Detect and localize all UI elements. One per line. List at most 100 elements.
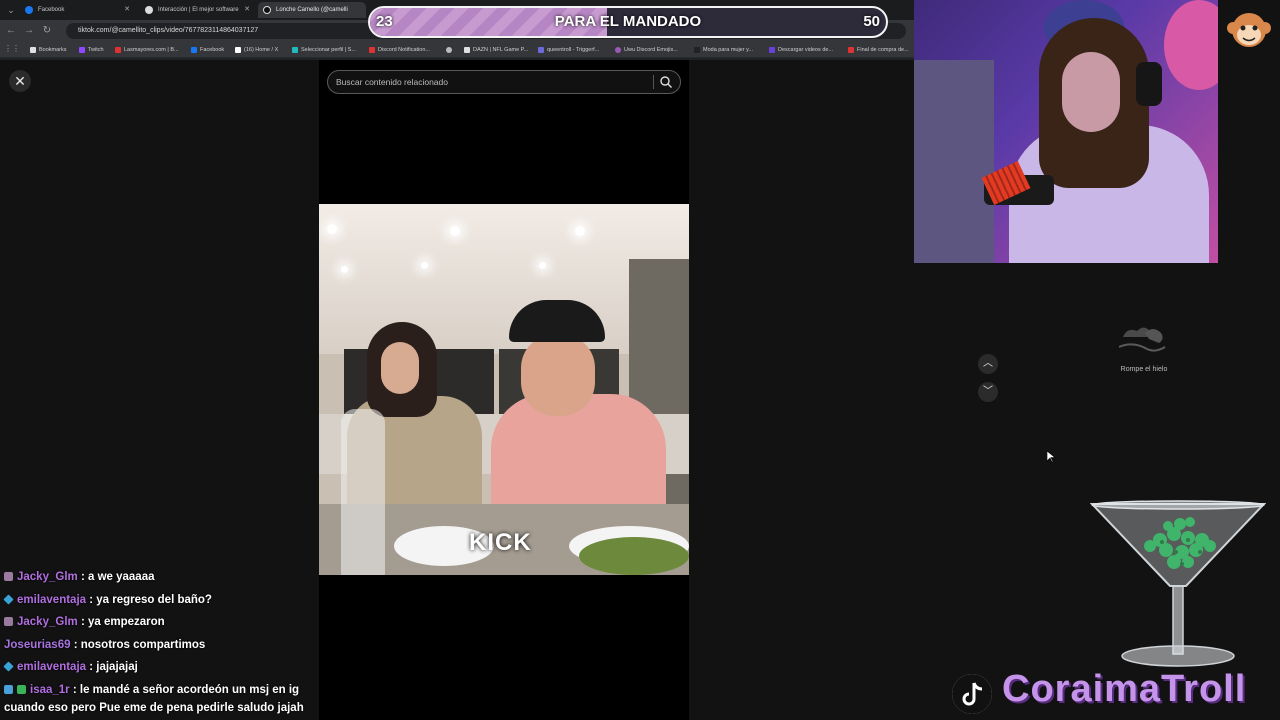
tab-tiktok[interactable]: Lonche Camello (@camelli bbox=[258, 2, 366, 18]
discord-icon bbox=[369, 47, 375, 53]
chat-message: emilaventaja : ya regreso del baño? bbox=[3, 592, 212, 608]
bookmark-item[interactable]: Facebook bbox=[191, 44, 224, 56]
search-icon[interactable] bbox=[659, 75, 673, 89]
ceiling-light bbox=[421, 262, 428, 269]
streamer-name: CoraimaTroll bbox=[1002, 668, 1247, 710]
twitch-icon bbox=[79, 47, 85, 53]
cocktail-glass-widget bbox=[1090, 500, 1266, 667]
bookmark-item[interactable]: Final de compra de... bbox=[848, 44, 909, 56]
bookmark-item[interactable] bbox=[446, 44, 455, 56]
apps-icon[interactable]: ⋮⋮ bbox=[4, 42, 20, 56]
site-icon bbox=[769, 47, 775, 53]
tab-label: Interacción | El mejor software bbox=[158, 7, 239, 13]
forward-icon[interactable]: → bbox=[22, 24, 36, 38]
webcam-background bbox=[914, 60, 994, 263]
chat-message: Jacky_Glm : a we yaaaaa bbox=[4, 569, 154, 585]
person-man-face bbox=[521, 334, 595, 416]
headset bbox=[1136, 62, 1162, 106]
icebreaker-icon bbox=[1118, 327, 1166, 352]
sub-badge-icon bbox=[4, 572, 13, 581]
mouse-cursor-icon bbox=[1047, 451, 1055, 463]
gem-badge-icon bbox=[3, 594, 14, 605]
site-icon bbox=[292, 47, 298, 53]
site-icon bbox=[145, 6, 153, 14]
ceiling-light bbox=[575, 226, 585, 236]
streamer-face bbox=[1062, 52, 1120, 132]
broadcaster-badge-icon bbox=[4, 685, 13, 694]
site-icon bbox=[848, 47, 854, 53]
gem-badge-icon bbox=[3, 661, 14, 672]
chat-message-continuation: cuando eso pero Pue eme de pena pedirle … bbox=[4, 700, 304, 716]
chat-text: : le mandé a señor acordeón un msj en ig bbox=[72, 684, 300, 696]
chat-username: Jacky_Glm bbox=[17, 616, 78, 628]
chat-message: emilaventaja : jajajajaj bbox=[3, 659, 138, 675]
stream-screen: ⌄ Facebook ✕ Interacción | El mejor soft… bbox=[0, 0, 1280, 720]
ceiling-light bbox=[327, 224, 337, 234]
close-video-button[interactable]: ✕ bbox=[9, 70, 31, 92]
tab-label: Facebook bbox=[38, 7, 65, 13]
chat-username: emilaventaja bbox=[17, 661, 87, 673]
chat-username: Jacky_Glm bbox=[17, 571, 78, 583]
person-woman-face bbox=[381, 342, 419, 394]
related-search-input[interactable]: Buscar contenido relacionado bbox=[327, 70, 681, 94]
bookmark-item[interactable]: Lasmayores.com | B... bbox=[115, 44, 179, 56]
facebook-icon bbox=[25, 6, 33, 14]
tab-interaccion[interactable]: Interacción | El mejor software ✕ bbox=[140, 2, 255, 18]
video-watermark: KICK bbox=[469, 529, 532, 556]
bookmark-item[interactable]: Moda para mujer y... bbox=[694, 44, 753, 56]
search-divider bbox=[653, 75, 654, 89]
salad bbox=[579, 537, 689, 575]
bookmark-item[interactable]: Discord Notification... bbox=[369, 44, 430, 56]
chat-username: Joseurias69 bbox=[4, 639, 71, 651]
chat-message: isaa_1r : le mandé a señor acordeón un m… bbox=[4, 682, 299, 698]
bookmark-item[interactable]: DAZN | NFL Game P... bbox=[464, 44, 528, 56]
bookmarks-bar: ⋮⋮ Bookmarks Twitch Lasmayores.com | B..… bbox=[0, 42, 914, 58]
bookmark-item[interactable]: Twitch bbox=[79, 44, 104, 56]
chat-text: : a we yaaaaa bbox=[80, 571, 155, 583]
back-icon[interactable]: ← bbox=[4, 24, 18, 38]
reload-icon[interactable]: ↻ bbox=[40, 24, 54, 38]
bookmark-item[interactable]: Descargar videos de... bbox=[769, 44, 833, 56]
chat-username: emilaventaja bbox=[17, 594, 87, 606]
goal-target: 50 bbox=[863, 13, 880, 30]
ceiling-light bbox=[341, 266, 348, 273]
streamer-webcam bbox=[914, 0, 1218, 263]
tiktok-logo-icon bbox=[952, 674, 992, 714]
tab-label: Lonche Camello (@camelli bbox=[276, 7, 348, 13]
bookmark-item[interactable]: Bookmarks bbox=[30, 44, 67, 56]
site-icon bbox=[615, 47, 621, 53]
site-icon bbox=[538, 47, 544, 53]
sub-badge-icon bbox=[4, 617, 13, 626]
chat-text: : jajajajaj bbox=[89, 661, 138, 673]
chat-text: : nosotros compartimos bbox=[73, 639, 206, 651]
ceiling-light bbox=[539, 262, 546, 269]
site-icon bbox=[115, 47, 121, 53]
close-tab-icon[interactable]: ✕ bbox=[244, 2, 250, 18]
previous-video-button[interactable]: ︿ bbox=[978, 354, 998, 374]
goal-title: PARA EL MANDADO bbox=[554, 13, 702, 30]
icebreaker-label[interactable]: Rompe el hielo bbox=[1100, 366, 1188, 373]
bookmark-item[interactable]: Seleccionar perfil | S... bbox=[292, 44, 356, 56]
close-tab-icon[interactable]: ✕ bbox=[124, 2, 130, 18]
bookmark-item[interactable]: (16) Home / X bbox=[235, 44, 278, 56]
tab-search-icon[interactable]: ⌄ bbox=[4, 3, 18, 17]
tiktok-icon bbox=[263, 6, 271, 14]
ceiling-light bbox=[450, 226, 460, 236]
tab-facebook[interactable]: Facebook ✕ bbox=[20, 2, 135, 18]
mod-badge-icon bbox=[17, 685, 26, 694]
chat-message: Jacky_Glm : ya empezaron bbox=[4, 614, 165, 630]
next-video-button[interactable]: ﹀ bbox=[978, 382, 998, 402]
glass-bottle bbox=[341, 409, 385, 575]
search-placeholder: Buscar contenido relacionado bbox=[336, 77, 448, 87]
chat-text: : ya regreso del baño? bbox=[89, 594, 212, 606]
facebook-icon bbox=[191, 47, 197, 53]
x-icon bbox=[235, 47, 241, 53]
bookmark-item[interactable]: queentroll - Triggerf... bbox=[538, 44, 599, 56]
globe-icon bbox=[446, 47, 452, 53]
subscriber-goal-bar: 23 PARA EL MANDADO 50 bbox=[368, 6, 888, 38]
bookmark-item[interactable]: Uwu Discord Emojis... bbox=[615, 44, 678, 56]
monkey-mascot-icon bbox=[1227, 13, 1271, 47]
chat-text: : ya empezaron bbox=[80, 616, 165, 628]
chat-username: isaa_1r bbox=[30, 684, 70, 696]
video-player[interactable]: KICK bbox=[319, 204, 689, 575]
